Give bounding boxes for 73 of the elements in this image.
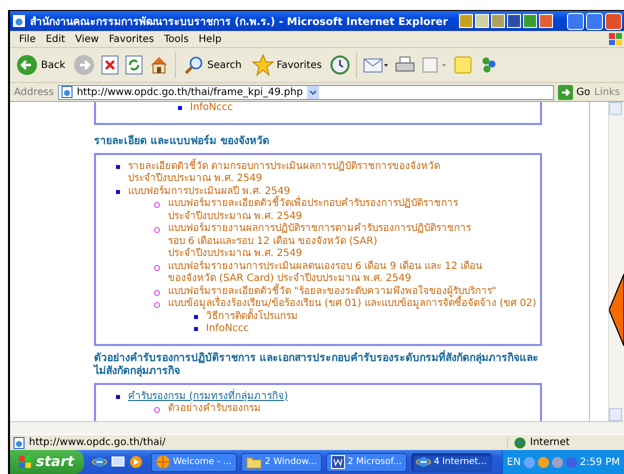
security-zone: Internet bbox=[530, 437, 570, 448]
taskbar-button[interactable]: Welcome - ... bbox=[151, 452, 237, 472]
section-link[interactable]: คำรับรองกรม (กรมทรงที่กลุ่มภารกิจ) bbox=[128, 390, 288, 403]
list-item-text: ตัวอย่างคำรับรองกรม bbox=[168, 403, 261, 416]
bullet-icon bbox=[178, 106, 182, 110]
windows-flag-icon bbox=[606, 32, 624, 46]
menu-item[interactable]: View bbox=[70, 34, 104, 44]
list-item-text: แบบฟอร์มรายงานผลการปฏิบัติราชการตามคำรับรองการปฏิบัติราชการ รอบ 6 เดือนและรอบ 12 เดือน ของจังหวัด (SAR) ประจำปีงบประมาณ พ.ศ. 2549 bbox=[168, 223, 471, 260]
page-icon bbox=[12, 14, 26, 28]
taskbar-app-icon[interactable] bbox=[507, 14, 521, 28]
diamond-shape bbox=[609, 274, 624, 346]
list-item-text: InfoNccc bbox=[206, 323, 249, 336]
star-icon bbox=[252, 54, 274, 76]
desktop-icon[interactable] bbox=[111, 455, 125, 469]
browser-e-icon bbox=[416, 455, 431, 469]
page-icon bbox=[60, 86, 73, 98]
windows-flag-icon bbox=[18, 455, 32, 469]
circle-bullet-icon bbox=[154, 227, 160, 233]
clock-icon[interactable] bbox=[330, 55, 350, 75]
menu-item[interactable]: Edit bbox=[40, 34, 70, 44]
menu-item[interactable]: Tools bbox=[159, 34, 194, 44]
circle-bullet-icon bbox=[154, 264, 160, 270]
menu-item[interactable]: Favorites bbox=[104, 34, 160, 44]
circle-bullet-icon bbox=[154, 290, 160, 296]
window-title: สำนักงานคณะกรรมการพัฒนาระบบราชการ (ก.พ.ร.) - Microsoft Internet Explorer bbox=[30, 14, 449, 30]
taskbar-app-icon[interactable] bbox=[523, 14, 537, 28]
search-button[interactable]: Search bbox=[182, 55, 244, 75]
section-heading: ตัวอย่างคำรับรองการปฏิบัติราชการ และเอกสารประกอบคำรับรองระดับกรมที่สังกัดกลุ่มภารกิจและ ไม่สังกัดกลุ่มภารกิจ bbox=[94, 352, 540, 378]
list-item-text: InfoNccc bbox=[190, 102, 233, 114]
list-item-text: แบบฟอร์มรายงานการประเมินผลตนเองรอบ 6 เดือน 9 เดือน และ 12 เดือน ของจังหวัด (SAR Card) ประจำปีงบประมาณ พ.ศ. 2549 bbox=[168, 260, 483, 284]
taskbar-button[interactable]: 4 Internet... bbox=[410, 452, 492, 472]
bullet-icon bbox=[116, 394, 120, 398]
taskbar-app-icon[interactable] bbox=[539, 14, 553, 28]
section-heading: รายละเอียด และแบบฟอร์ม ของจังหวัด bbox=[94, 134, 270, 148]
status-url: http://www.opdc.go.th/thai/ bbox=[29, 437, 166, 448]
refresh-icon[interactable] bbox=[125, 55, 144, 75]
list-item-text: วิธีการติดตั้งโปรแกรม bbox=[206, 310, 298, 323]
document-icon[interactable] bbox=[420, 55, 447, 75]
address-label: Address bbox=[14, 86, 54, 98]
bullet-icon bbox=[116, 190, 120, 194]
globe-icon bbox=[514, 436, 526, 448]
menu-item[interactable]: Help bbox=[194, 34, 226, 44]
favorites-button[interactable]: Favorites bbox=[250, 54, 324, 76]
taskbar-button[interactable]: 2 Window... bbox=[240, 452, 322, 472]
horizontal-scrollbar[interactable] bbox=[10, 421, 624, 434]
house-icon[interactable] bbox=[149, 55, 170, 75]
search-icon bbox=[184, 55, 204, 75]
folder-icon bbox=[246, 456, 262, 468]
circle-bullet-icon bbox=[154, 202, 160, 208]
bullet-icon bbox=[194, 327, 198, 331]
minimize-button[interactable] bbox=[567, 12, 584, 30]
bullet-icon bbox=[116, 164, 120, 168]
browser-e-icon[interactable] bbox=[92, 455, 107, 469]
circle-bullet-icon bbox=[154, 302, 160, 308]
menu-item[interactable]: File bbox=[14, 34, 41, 44]
list-item-text: รายละเอียดตัวชี้วัด ตามกรอบการประเมินผลการปฏิบัติราชการของจังหวัด ประจำปีงบประมาณ พ.ศ. 2549 bbox=[128, 160, 440, 185]
list-item-text: แบบฟอร์มการประเมินผลปี พ.ศ. 2549 bbox=[128, 186, 290, 196]
close-button[interactable] bbox=[605, 12, 622, 30]
circle-bullet-icon bbox=[154, 407, 160, 413]
go-button[interactable]: Go bbox=[558, 84, 590, 100]
stop-icon[interactable] bbox=[101, 55, 120, 75]
page-icon bbox=[13, 436, 25, 448]
maximize-button[interactable] bbox=[586, 12, 603, 30]
back-button[interactable]: Back bbox=[14, 54, 68, 76]
address-field[interactable]: http://www.opdc.go.th/thai/frame_kpi_49.php bbox=[58, 84, 554, 100]
bullet-icon bbox=[194, 314, 198, 318]
word-document-icon bbox=[330, 455, 345, 469]
list-item-text: แบบข้อมูลเรื่องร้องเรียน/ข้อร้องเรียน (ขศ 01) และแบบข้อมูลการจัดซื้อจัดจ้าง (ขศ 02) bbox=[168, 298, 536, 310]
taskbar-button[interactable]: 2 Microsof... bbox=[326, 452, 407, 472]
list-item-text: แบบฟอร์มรายละเอียดตัวชี้วัด "ร้อยละของระดับความพึงพอใจของผู้รับบริการ" bbox=[168, 286, 496, 297]
clock: 2:59 PM bbox=[580, 456, 620, 468]
globe-icon bbox=[156, 455, 170, 469]
media-player-icon[interactable] bbox=[129, 455, 143, 469]
